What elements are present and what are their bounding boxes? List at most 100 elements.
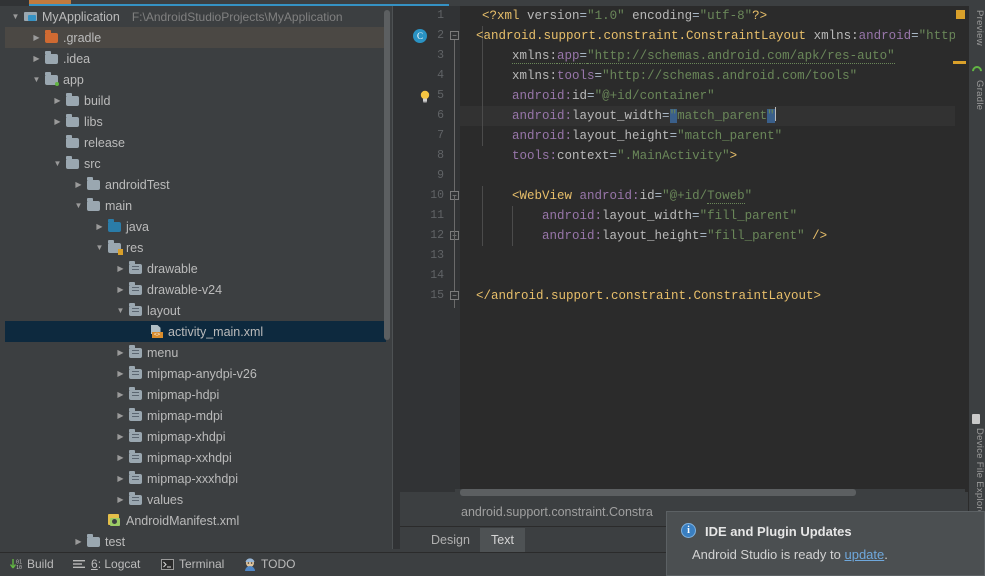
chevron-down-icon[interactable]: ▼: [9, 12, 22, 21]
chevron-right-icon[interactable]: ▶: [72, 180, 85, 189]
tree-item-test[interactable]: ▶ test: [5, 531, 386, 549]
code-line-12[interactable]: android:layout_height="fill_parent" />: [482, 226, 968, 246]
tree-item-icon: [22, 11, 39, 22]
chevron-right-icon[interactable]: ▶: [114, 474, 127, 483]
tree-item-label: mipmap-xxhdpi: [147, 450, 232, 465]
tree-item-menu[interactable]: ▶ menu: [5, 342, 386, 363]
tree-item-drawable-v24[interactable]: ▶ drawable-v24: [5, 279, 386, 300]
tree-item-androidmanifest-xml[interactable]: ▶AndroidManifest.xml: [5, 510, 386, 531]
tree-item--gradle[interactable]: ▶ .gradle: [5, 27, 386, 48]
code-line-5[interactable]: android:id="@+id/container": [482, 86, 968, 106]
tree-item--idea[interactable]: ▶ .idea: [5, 48, 386, 69]
chevron-down-icon[interactable]: ▼: [114, 306, 127, 315]
editor-vertical-scrollbar[interactable]: [953, 6, 968, 492]
tree-item-main[interactable]: ▼ main: [5, 195, 386, 216]
editor-hscrollbar-thumb[interactable]: [460, 489, 856, 496]
editor-fold-strip[interactable]: −−−−: [448, 6, 460, 492]
tree-item-mipmap-mdpi[interactable]: ▶ mipmap-mdpi: [5, 405, 386, 426]
editor-error-stripe-dash[interactable]: [953, 61, 966, 64]
rail-button-preview[interactable]: Preview: [969, 10, 985, 46]
code-line-15[interactable]: </android.support.constraint.ConstraintL…: [476, 286, 968, 306]
tree-item-values[interactable]: ▶ values: [5, 489, 386, 510]
project-tree[interactable]: ▼ MyApplication F:\AndroidStudioProjects\M…: [5, 6, 386, 549]
intention-bulb-icon[interactable]: [415, 86, 435, 106]
code-line-14[interactable]: [482, 266, 968, 286]
tree-item-mipmap-hdpi[interactable]: ▶ mipmap-hdpi: [5, 384, 386, 405]
status-item-build[interactable]: 01 10 Build: [8, 556, 54, 572]
tree-item-icon: [106, 514, 123, 527]
tab-text[interactable]: Text: [480, 528, 525, 552]
line-number: 12: [430, 229, 444, 242]
tree-item-icon: [85, 198, 102, 211]
fold-toggle-line2[interactable]: −: [450, 31, 459, 40]
tree-item-activity-main-xml[interactable]: ▶<>activity_main.xml: [5, 321, 386, 342]
chevron-right-icon[interactable]: ▶: [114, 411, 127, 420]
tree-item-app[interactable]: ▼ app: [5, 69, 386, 90]
project-tree-scrollbar-thumb[interactable]: [384, 10, 390, 340]
folder-resdir-icon: [129, 345, 142, 358]
chevron-right-icon[interactable]: ▶: [51, 96, 64, 105]
code-line-8[interactable]: tools:context=".MainActivity">: [482, 146, 968, 166]
tree-item-mipmap-xxhdpi[interactable]: ▶ mipmap-xxhdpi: [5, 447, 386, 468]
code-line-13[interactable]: [482, 246, 968, 266]
chevron-right-icon[interactable]: ▶: [114, 390, 127, 399]
panel-splitter[interactable]: [392, 6, 400, 549]
tree-item-myapplication[interactable]: ▼ MyApplication F:\AndroidStudioProjects\M…: [5, 6, 386, 27]
chevron-right-icon[interactable]: ▶: [114, 432, 127, 441]
code-line-6[interactable]: android:layout_width="match_parent": [482, 106, 968, 126]
tree-item-drawable[interactable]: ▶ drawable: [5, 258, 386, 279]
notification-update-link[interactable]: update: [844, 547, 884, 562]
tree-item-label: menu: [147, 345, 179, 360]
chevron-right-icon[interactable]: ▶: [30, 54, 43, 63]
fold-toggle-line15[interactable]: −: [450, 291, 459, 300]
editor-error-stripe-box[interactable]: [956, 10, 965, 19]
chevron-right-icon[interactable]: ▶: [114, 495, 127, 504]
chevron-right-icon[interactable]: ▶: [93, 222, 106, 231]
editor-code-area[interactable]: <?xml version="1.0" encoding="utf-8"?> <…: [460, 6, 968, 492]
status-item-terminal-label: Terminal: [179, 557, 225, 571]
chevron-down-icon[interactable]: ▼: [72, 201, 85, 210]
code-line-1[interactable]: <?xml version="1.0" encoding="utf-8"?>: [482, 6, 968, 26]
tree-item-libs[interactable]: ▶ libs: [5, 111, 386, 132]
code-line-3[interactable]: xmlns:app="http://schemas.android.com/ap…: [482, 46, 968, 66]
chevron-down-icon[interactable]: ▼: [51, 159, 64, 168]
tree-item-icon: [43, 30, 60, 43]
chevron-right-icon[interactable]: ▶: [30, 33, 43, 42]
notification-balloon[interactable]: i IDE and Plugin Updates Android Studio …: [666, 511, 985, 576]
code-line-10[interactable]: <WebView android:id="@+id/Toweb": [482, 186, 968, 206]
code-line-4[interactable]: xmlns:tools="http://schemas.android.com/…: [482, 66, 968, 86]
chevron-down-icon[interactable]: ▼: [93, 243, 106, 252]
tree-item-res[interactable]: ▼ res: [5, 237, 386, 258]
rail-button-gradle[interactable]: Gradle: [969, 80, 985, 110]
tree-item-androidtest[interactable]: ▶ androidTest: [5, 174, 386, 195]
code-editor[interactable]: 123456789101112131415C −−−− <?xml versio…: [400, 6, 968, 492]
code-line-11[interactable]: android:layout_width="fill_parent": [482, 206, 968, 226]
status-item-todo[interactable]: TODO: [242, 556, 295, 572]
chevron-right-icon[interactable]: ▶: [114, 348, 127, 357]
chevron-right-icon[interactable]: ▶: [114, 453, 127, 462]
chevron-right-icon[interactable]: ▶: [114, 264, 127, 273]
tree-item-mipmap-anydpi-v26[interactable]: ▶ mipmap-anydpi-v26: [5, 363, 386, 384]
chevron-right-icon[interactable]: ▶: [114, 369, 127, 378]
status-item-logcat[interactable]: 6: Logcat: [72, 556, 140, 572]
tree-item-layout[interactable]: ▼ layout: [5, 300, 386, 321]
tree-item-build[interactable]: ▶ build: [5, 90, 386, 111]
tree-item-release[interactable]: ▶release: [5, 132, 386, 153]
tree-item-mipmap-xhdpi[interactable]: ▶ mipmap-xhdpi: [5, 426, 386, 447]
chevron-right-icon[interactable]: ▶: [114, 285, 127, 294]
code-line-9[interactable]: [482, 166, 968, 186]
tree-item-src[interactable]: ▼ src: [5, 153, 386, 174]
code-line-2[interactable]: <android.support.constraint.ConstraintLa…: [476, 26, 968, 46]
code-line-7[interactable]: android:layout_height="match_parent": [482, 126, 968, 146]
rail-button-device-file-explorer[interactable]: Device File Explorer: [969, 428, 985, 519]
tree-item-mipmap-xxxhdpi[interactable]: ▶ mipmap-xxxhdpi: [5, 468, 386, 489]
chevron-right-icon[interactable]: ▶: [51, 117, 64, 126]
tab-design[interactable]: Design: [420, 528, 481, 552]
class-marker-icon[interactable]: C: [410, 26, 430, 46]
editor-gutter[interactable]: 1 2 3 4 5 6 7 8 9 10 11 12 13 14 15 C: [400, 6, 448, 492]
chevron-down-icon[interactable]: ▼: [30, 75, 43, 84]
tree-item-java[interactable]: ▶ java: [5, 216, 386, 237]
project-tool-window[interactable]: ▼ MyApplication F:\AndroidStudioProjects\M…: [0, 6, 392, 549]
status-item-terminal[interactable]: Terminal: [160, 556, 224, 572]
chevron-right-icon[interactable]: ▶: [72, 537, 85, 546]
